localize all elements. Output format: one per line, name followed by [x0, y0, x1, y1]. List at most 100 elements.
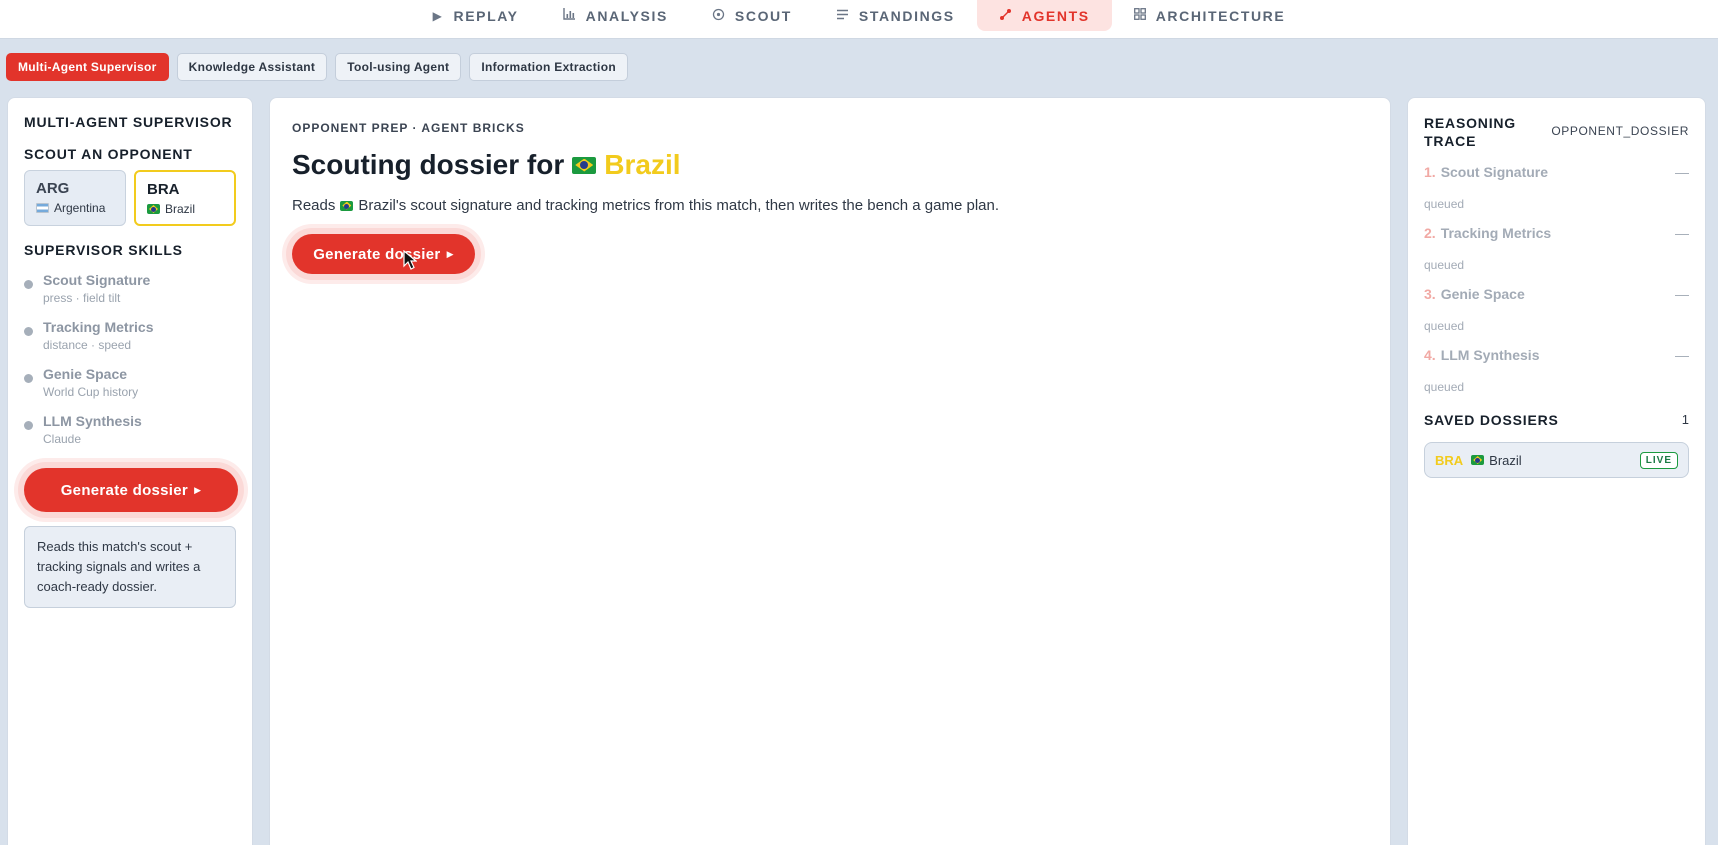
skill-item: Scout Signature press · field tilt	[24, 272, 236, 305]
agents-icon	[999, 8, 1012, 24]
opponent-card-arg[interactable]: ARG Argentina	[24, 170, 126, 226]
play-icon: ▶	[432, 8, 444, 23]
desc-prefix: Reads	[292, 197, 336, 214]
status-dot-icon	[24, 374, 33, 383]
step-dash: —	[1675, 164, 1689, 180]
saved-count: 1	[1681, 412, 1689, 427]
opponent-name: Argentina	[54, 201, 106, 215]
headline-team: Brazil	[604, 149, 681, 180]
step-name: Genie Space	[1440, 286, 1525, 302]
list-icon	[836, 9, 849, 23]
reasoning-trace-title: REASONING TRACE	[1424, 115, 1516, 149]
tab-architecture[interactable]: ARCHITECTURE	[1112, 0, 1308, 31]
pill-knowledge-assistant[interactable]: Knowledge Assistant	[176, 53, 328, 81]
tab-label: REPLAY	[453, 7, 519, 24]
opponent-card-bra[interactable]: BRA Brazil	[133, 170, 236, 226]
opponent-name: Brazil	[164, 202, 195, 216]
status-dot-icon	[24, 327, 33, 336]
opponent-code: ARG	[36, 180, 70, 197]
step-status: queued	[1424, 258, 1465, 272]
skill-name: Scout Signature	[43, 272, 151, 288]
reasoning-trace-panel: REASONING TRACE OPPONENT_DOSSIER 1. Scout…	[1407, 97, 1706, 845]
skill-sub: Claude	[43, 432, 82, 446]
step-name: LLM Synthesis	[1440, 347, 1540, 363]
step-dash: —	[1675, 286, 1689, 302]
tab-label: AGENTS	[1021, 7, 1090, 24]
supervisor-skills-label: SUPERVISOR SKILLS	[24, 242, 183, 258]
caret-right-icon: ▶	[194, 484, 202, 495]
step-name: Tracking Metrics	[1440, 225, 1552, 241]
tab-replay[interactable]: ▶ REPLAY	[411, 0, 541, 31]
argentina-flag-icon	[36, 203, 49, 213]
trace-step: 4. LLM Synthesis — queued	[1424, 347, 1689, 394]
skill-item: Genie Space World Cup history	[24, 366, 236, 399]
saved-dossier-item[interactable]: BRA Brazil LIVE	[1424, 442, 1689, 478]
saved-code: BRA	[1435, 452, 1464, 468]
generate-dossier-button[interactable]: Generate dossier ▶	[292, 234, 475, 274]
button-label: Generate dossier	[313, 245, 441, 263]
opponent-code: BRA	[146, 181, 180, 198]
page-title: Scouting dossier for Brazil	[292, 149, 1368, 181]
skill-sub: press · field tilt	[43, 291, 121, 305]
tab-agents[interactable]: AGENTS	[976, 0, 1112, 31]
step-status: queued	[1424, 380, 1465, 394]
caret-right-icon: ▶	[446, 248, 454, 259]
skill-sub: World Cup history	[43, 385, 139, 399]
tab-standings[interactable]: STANDINGS	[814, 0, 977, 31]
step-status: queued	[1424, 319, 1465, 333]
description: Reads Brazil's scout signature and track…	[292, 197, 1368, 214]
top-nav: ▶ REPLAY ANALYSIS SCOUT STANDINGS AGENTS…	[0, 0, 1718, 39]
saved-dossiers-label: SAVED DOSSIERS	[1424, 412, 1559, 428]
agent-type-pills: Multi-Agent Supervisor Knowledge Assista…	[6, 53, 628, 81]
trace-step: 3. Genie Space — queued	[1424, 286, 1689, 333]
grid-icon	[1133, 8, 1146, 23]
supervisor-panel: MULTI-AGENT SUPERVISOR SCOUT AN OPPONENT…	[7, 97, 253, 845]
saved-dossiers-header: SAVED DOSSIERS 1	[1424, 412, 1689, 428]
step-number: 1.	[1424, 164, 1436, 180]
opponent-picker: ARG Argentina BRA Brazil	[24, 170, 236, 226]
step-dash: —	[1675, 225, 1689, 241]
step-dash: —	[1675, 347, 1689, 363]
tab-label: ARCHITECTURE	[1155, 7, 1286, 24]
tab-label: ANALYSIS	[585, 7, 668, 24]
step-status: queued	[1424, 197, 1465, 211]
tab-analysis[interactable]: ANALYSIS	[541, 0, 690, 31]
pill-multi-agent-supervisor[interactable]: Multi-Agent Supervisor	[6, 53, 169, 81]
trace-tag: OPPONENT_DOSSIER	[1551, 124, 1689, 138]
brazil-flag-icon	[146, 204, 160, 214]
tab-scout[interactable]: SCOUT	[690, 0, 814, 31]
step-number: 4.	[1424, 347, 1436, 363]
status-dot-icon	[24, 280, 33, 289]
skill-sub: distance · speed	[43, 338, 132, 352]
saved-name: Brazil	[1489, 452, 1522, 468]
panel-title: MULTI-AGENT SUPERVISOR	[24, 114, 233, 130]
headline-prefix: Scouting dossier for	[292, 149, 565, 180]
pill-tool-using-agent[interactable]: Tool-using Agent	[335, 53, 462, 81]
info-box: Reads this match's scout + tracking sign…	[24, 526, 236, 608]
skill-item: Tracking Metrics distance · speed	[24, 319, 236, 352]
trace-step: 1. Scout Signature — queued	[1424, 164, 1689, 211]
button-label: Generate dossier	[60, 481, 189, 499]
brazil-flag-icon	[1471, 455, 1485, 465]
target-icon	[712, 8, 725, 24]
pill-information-extraction[interactable]: Information Extraction	[469, 53, 628, 81]
bar-chart-icon	[562, 8, 576, 23]
brazil-flag-icon	[572, 156, 597, 174]
eyebrow: OPPONENT PREP · AGENT BRICKS	[292, 121, 525, 135]
dossier-panel: OPPONENT PREP · AGENT BRICKS Scouting do…	[269, 97, 1391, 845]
scout-opponent-label: SCOUT AN OPPONENT	[24, 146, 193, 162]
brazil-flag-icon	[340, 200, 354, 211]
trace-step: 2. Tracking Metrics — queued	[1424, 225, 1689, 272]
step-name: Scout Signature	[1440, 164, 1549, 180]
step-number: 2.	[1424, 225, 1436, 241]
skill-item: LLM Synthesis Claude	[24, 413, 236, 446]
step-number: 3.	[1424, 286, 1436, 302]
skill-name: LLM Synthesis	[43, 413, 142, 429]
skill-name: Genie Space	[43, 366, 128, 382]
skill-name: Tracking Metrics	[43, 319, 154, 335]
mouse-cursor-icon	[403, 250, 417, 270]
generate-dossier-button[interactable]: Generate dossier ▶	[24, 468, 238, 512]
live-badge: LIVE	[1639, 451, 1678, 469]
tab-label: SCOUT	[734, 7, 792, 24]
tab-label: STANDINGS	[858, 7, 955, 24]
